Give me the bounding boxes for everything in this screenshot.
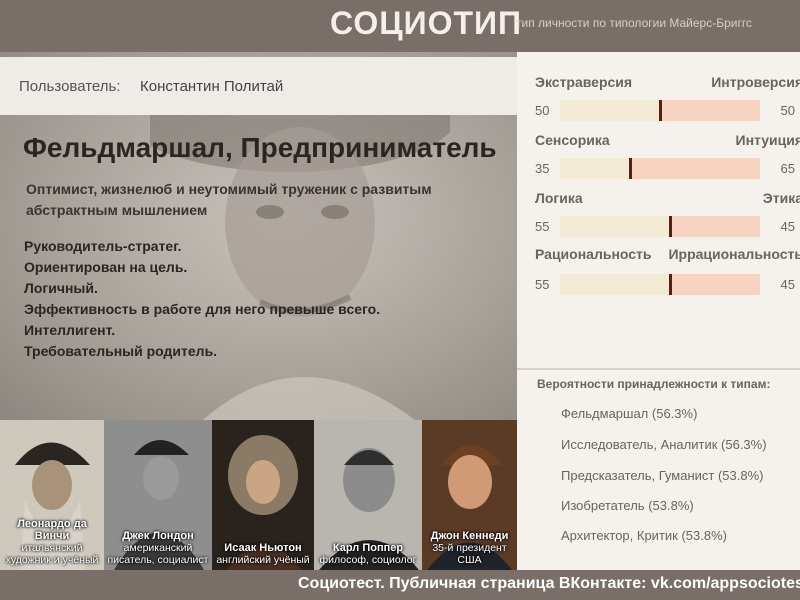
scale-marker bbox=[669, 274, 672, 295]
footer-link[interactable]: Социотест. Публичная страница ВКонтакте:… bbox=[298, 575, 800, 593]
trait-list: Руководитель-стратег. Ориентирован на це… bbox=[24, 236, 380, 362]
scale-right-value: 45 bbox=[780, 277, 795, 292]
scale-left-value: 55 bbox=[535, 277, 550, 292]
scale-left-value: 35 bbox=[535, 161, 550, 176]
scale-bar bbox=[560, 216, 760, 237]
scale-bar bbox=[560, 100, 760, 121]
person-description: английский учёный bbox=[216, 554, 310, 566]
footer: Социотест. Публичная страница ВКонтакте:… bbox=[0, 570, 800, 600]
scale-bar bbox=[560, 274, 760, 295]
type-title: Фельдмаршал, Предприниматель bbox=[23, 132, 497, 163]
famous-people-gallery: Леонардо да Винчи итальянский художник и… bbox=[0, 420, 517, 570]
scale-fill bbox=[560, 216, 670, 237]
scale-left-label: Логика bbox=[535, 190, 583, 206]
person-caption: Исаак Ньютон английский учёный bbox=[212, 542, 314, 566]
scale-bar bbox=[560, 158, 760, 179]
person-caption: Карл Поппер философ, социолог bbox=[314, 542, 422, 566]
user-bar: Пользователь: Константин Политай bbox=[0, 57, 517, 115]
divider bbox=[517, 368, 800, 370]
scale-right-label: Этика bbox=[762, 190, 800, 206]
person-name: Джон Кеннеди bbox=[430, 530, 509, 542]
person-caption: Джон Кеннеди 35-й президент США bbox=[422, 530, 517, 566]
probability-item: Изобретатель (53.8%) bbox=[561, 498, 694, 513]
trait-item: Логичный. bbox=[24, 280, 98, 296]
type-panel: Пользователь: Константин Политай Фельдма… bbox=[0, 52, 517, 420]
user-label: Пользователь: bbox=[19, 78, 121, 95]
scale-right-value: 45 bbox=[780, 219, 795, 234]
person-card-london[interactable]: Джек Лондон американский писатель, социа… bbox=[104, 420, 212, 570]
scale-right-value: 65 bbox=[780, 161, 795, 176]
scale-left-value: 55 bbox=[535, 219, 550, 234]
scale-fill bbox=[560, 274, 670, 295]
person-description: американский писатель, социалист bbox=[107, 542, 209, 566]
scale-fill bbox=[560, 100, 660, 121]
person-name: Леонардо да Винчи bbox=[17, 518, 87, 542]
scale-right-label: Интуиция bbox=[735, 132, 800, 148]
probability-item: Исследователь, Аналитик (56.3%) bbox=[561, 437, 767, 452]
trait-item: Интеллигент. bbox=[24, 322, 116, 338]
person-caption: Джек Лондон американский писатель, социа… bbox=[104, 530, 212, 566]
person-description: итальянский художник и учёный bbox=[5, 542, 99, 566]
scale-marker bbox=[669, 216, 672, 237]
person-name: Джек Лондон bbox=[122, 530, 194, 542]
probabilities-title: Вероятности принадлежности к типам: bbox=[537, 377, 771, 391]
scale-left-value: 50 bbox=[535, 103, 550, 118]
scale-marker bbox=[629, 158, 632, 179]
probability-item: Архитектор, Критик (53.8%) bbox=[561, 528, 727, 543]
probability-item: Фельдмаршал (56.3%) bbox=[561, 406, 698, 421]
person-card-newton[interactable]: Исаак Ньютон английский учёный bbox=[212, 420, 314, 570]
trait-item: Требовательный родитель. bbox=[24, 343, 218, 359]
person-description: философ, социолог bbox=[319, 554, 417, 566]
person-description: 35-й президент США bbox=[432, 542, 507, 566]
scales-panel: Экстраверсия Интроверсия 50 50 Сенсорика… bbox=[517, 52, 800, 570]
scale-right-label: Интроверсия bbox=[711, 74, 800, 90]
person-card-popper[interactable]: Карл Поппер философ, социолог bbox=[314, 420, 422, 570]
person-name: Исаак Ньютон bbox=[224, 542, 302, 554]
scale-right-label: Иррациональность bbox=[668, 246, 800, 262]
person-card-kennedy[interactable]: Джон Кеннеди 35-й президент США bbox=[422, 420, 517, 570]
person-name: Карл Поппер bbox=[332, 542, 404, 554]
scale-right-value: 50 bbox=[780, 103, 795, 118]
scale-fill bbox=[560, 158, 630, 179]
type-description: Оптимист, жизнелюб и неутомимый труженик… bbox=[26, 181, 432, 218]
header: СОЦИОТИП тип личности по типологии Майер… bbox=[0, 0, 800, 52]
scale-left-label: Экстраверсия bbox=[535, 74, 633, 90]
app-title: СОЦИОТИП bbox=[330, 5, 523, 41]
probability-item: Предсказатель, Гуманист (53.8%) bbox=[561, 468, 764, 483]
trait-item: Руководитель-стратег. bbox=[24, 238, 182, 254]
scale-left-label: Рациональность bbox=[535, 246, 652, 262]
scale-marker bbox=[659, 100, 662, 121]
person-caption: Леонардо да Винчи итальянский художник и… bbox=[0, 518, 104, 566]
user-name: Константин Политай bbox=[140, 78, 284, 95]
person-card-leonardo[interactable]: Леонардо да Винчи итальянский художник и… bbox=[0, 420, 104, 570]
app-subtitle: тип личности по типологии Майерс-Бриггс bbox=[516, 16, 752, 30]
trait-item: Эффективность в работе для него превыше … bbox=[24, 301, 381, 317]
scale-left-label: Сенсорика bbox=[535, 132, 610, 148]
trait-item: Ориентирован на цель. bbox=[24, 259, 188, 275]
